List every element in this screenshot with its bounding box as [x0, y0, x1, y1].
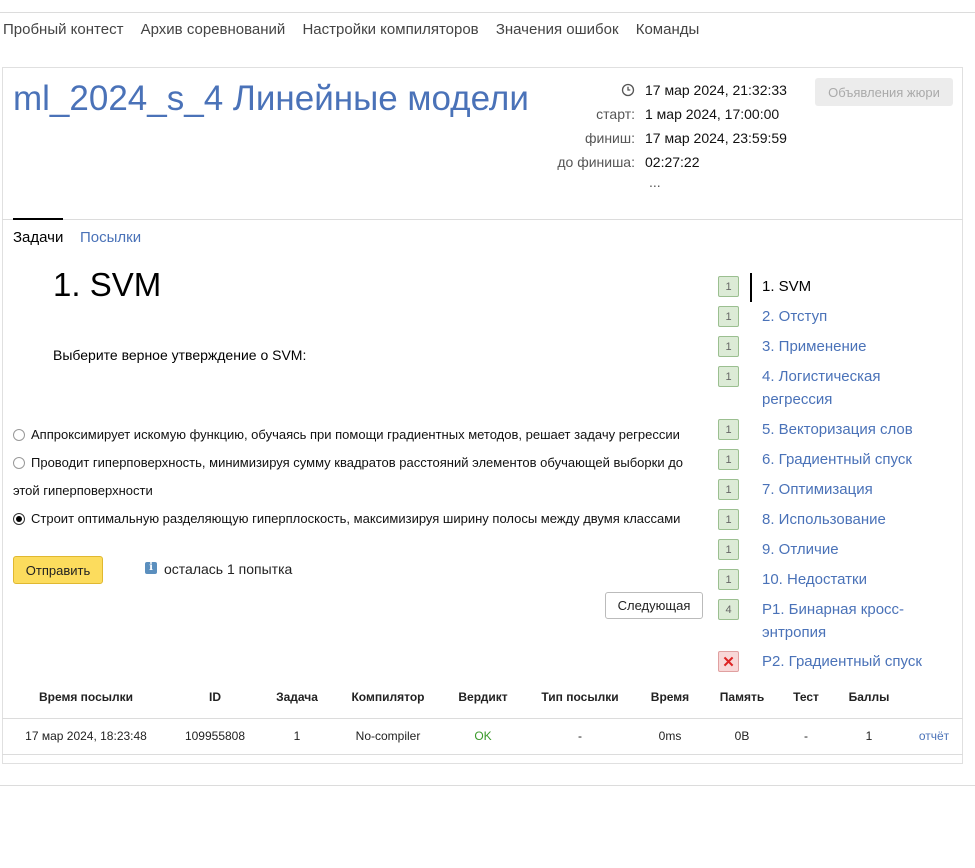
clock-icon	[621, 83, 635, 97]
finish-value: 17 мар 2024, 23:59:59	[645, 130, 787, 146]
column-header: ID	[209, 690, 221, 704]
problem-heading: 1. SVM	[53, 266, 162, 303]
column-header: Время посылки	[38, 690, 134, 704]
problem-link[interactable]: 9. Отличие	[762, 539, 952, 562]
current-problem-marker	[750, 273, 752, 302]
score-badge: 1	[718, 539, 739, 560]
table-cell: -	[578, 729, 582, 743]
answer-option-label: Аппроксимирует искомую функцию, обучаясь…	[31, 427, 680, 442]
table-cell: 109955808	[184, 729, 246, 743]
next-button[interactable]: Следующая	[605, 592, 703, 619]
score-badge: 1	[718, 276, 739, 297]
nav-error-codes[interactable]: Значения ошибок	[496, 21, 619, 38]
answer-option[interactable]: Аппроксимирует искомую функцию, обучаясь…	[13, 421, 703, 449]
table-cell: 0B	[734, 729, 750, 743]
problem-link[interactable]: 6. Градиентный спуск	[762, 449, 952, 472]
answer-option-label: Строит оптимальную разделяющую гиперплос…	[31, 511, 681, 526]
score-badge: 1	[718, 449, 739, 470]
table-cell: No-compiler	[355, 729, 421, 743]
current-time: 17 мар 2024, 21:32:33	[645, 82, 787, 98]
score-badge: 1	[718, 509, 739, 530]
score-badge: 1	[718, 479, 739, 500]
column-header: Память	[719, 690, 765, 704]
active-tab-indicator	[13, 218, 63, 220]
footer-divider	[0, 785, 975, 786]
remaining-label: до финиша:	[557, 154, 635, 170]
table-cell: -	[804, 729, 808, 743]
table-divider	[2, 754, 963, 755]
tab-tasks[interactable]: Задачи	[13, 229, 63, 246]
problem-link[interactable]: 2. Отступ	[762, 306, 952, 329]
nav-archive[interactable]: Архив соревнований	[141, 21, 286, 38]
answer-option-label: Проводит гиперповерхность, минимизируя с…	[13, 455, 684, 498]
top-nav: Пробный контест Архив соревнований Настр…	[3, 21, 712, 38]
contest-title: ml_2024_s_4 Линейные модели	[13, 79, 529, 118]
problem-link[interactable]: P1. Бинарная кросс-энтропия	[762, 599, 922, 644]
problem-link[interactable]: 10. Недостатки	[762, 569, 952, 592]
submit-button[interactable]: Отправить	[13, 556, 103, 584]
answer-option[interactable]: Строит оптимальную разделяющую гиперплос…	[13, 505, 703, 533]
top-divider	[0, 12, 975, 13]
radio-button[interactable]	[13, 457, 25, 469]
start-value: 1 мар 2024, 17:00:00	[645, 106, 780, 122]
column-header: Компилятор	[351, 690, 425, 704]
problem-link[interactable]: P2. Градиентный спуск	[762, 651, 952, 674]
problem-question: Выберите верное утверждение о SVM:	[53, 347, 307, 363]
tabs-divider	[2, 219, 963, 220]
more-toggle[interactable]: ...	[649, 174, 661, 190]
tab-submissions[interactable]: Посылки	[80, 229, 141, 246]
column-header: Время	[650, 690, 690, 704]
radio-button-selected[interactable]	[13, 513, 25, 525]
table-cell: 0ms	[658, 729, 682, 743]
score-badge: 1	[718, 419, 739, 440]
column-header: Тип посылки	[541, 690, 619, 704]
problem-link[interactable]: 1. SVM	[762, 276, 952, 299]
table-divider	[2, 718, 963, 719]
nav-teams[interactable]: Команды	[636, 21, 700, 38]
report-link[interactable]: отчёт	[910, 729, 958, 743]
table-cell: 1	[865, 729, 873, 743]
problem-link[interactable]: 4. Логистическая регрессия	[762, 366, 912, 411]
column-header: Баллы	[848, 690, 890, 704]
jury-announcements-button[interactable]: Объявления жюри	[815, 78, 953, 106]
info-icon: i	[145, 562, 157, 574]
score-badge: 4	[718, 599, 739, 620]
verdict-cell: OK	[474, 729, 492, 743]
fail-icon: ✕	[718, 651, 739, 672]
answer-option[interactable]: Проводит гиперповерхность, минимизируя с…	[13, 449, 703, 505]
problem-link[interactable]: 5. Векторизация слов	[762, 419, 952, 442]
nav-trial-contest[interactable]: Пробный контест	[3, 21, 123, 38]
problem-link[interactable]: 8. Использование	[762, 509, 952, 532]
table-cell: 17 мар 2024, 18:23:48	[25, 729, 147, 743]
score-badge: 1	[718, 336, 739, 357]
score-badge: 1	[718, 306, 739, 327]
remaining-value: 02:27:22	[645, 154, 700, 170]
problem-link[interactable]: 3. Применение	[762, 336, 952, 359]
score-badge: 1	[718, 366, 739, 387]
finish-label: финиш:	[584, 130, 635, 146]
score-badge: 1	[718, 569, 739, 590]
column-header: Задача	[276, 690, 318, 704]
start-label: старт:	[596, 106, 635, 122]
attempts-left: осталась 1 попытка	[164, 561, 293, 577]
radio-button[interactable]	[13, 429, 25, 441]
column-header: Тест	[793, 690, 819, 704]
table-cell: 1	[293, 729, 301, 743]
problem-link[interactable]: 7. Оптимизация	[762, 479, 952, 502]
column-header: Вердикт	[458, 690, 508, 704]
nav-compiler-settings[interactable]: Настройки компиляторов	[302, 21, 478, 38]
